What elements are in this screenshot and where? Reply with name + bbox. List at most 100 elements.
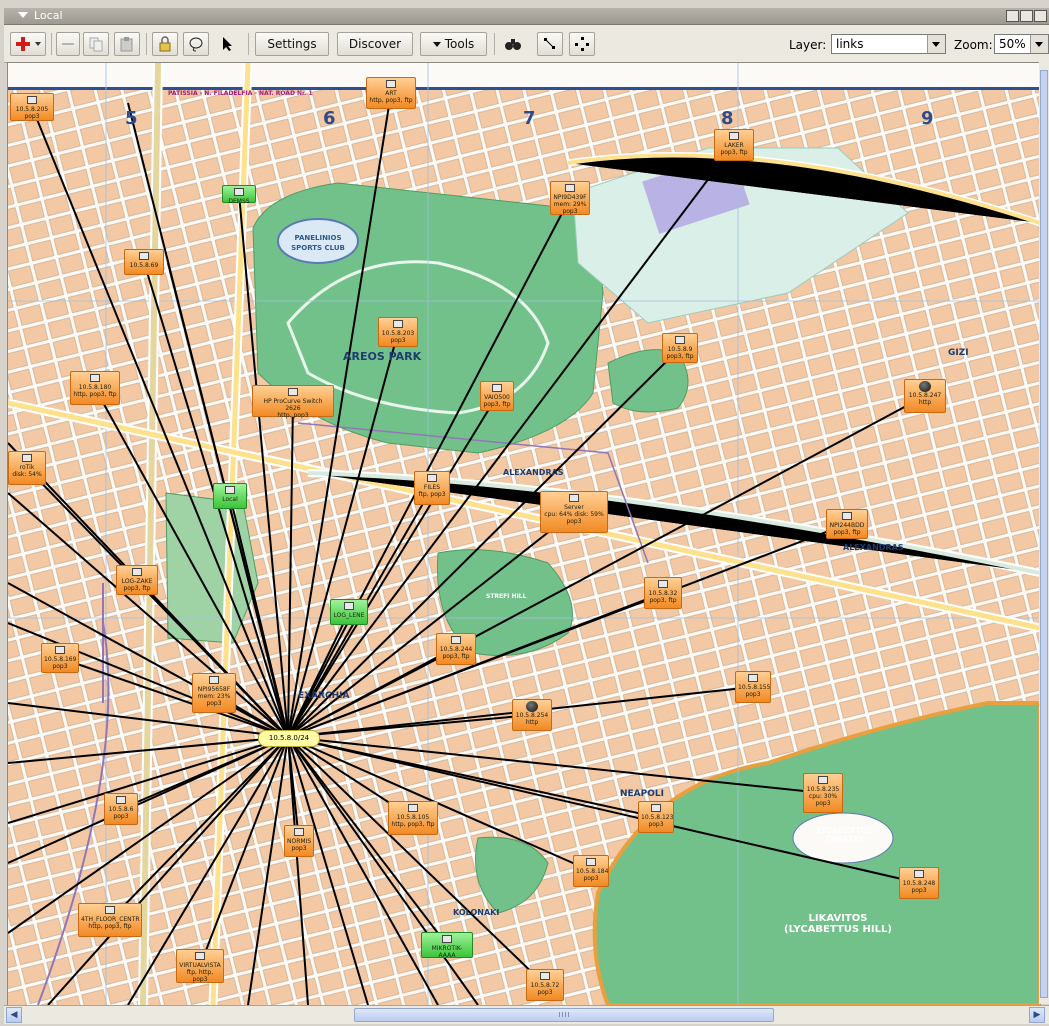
network-node[interactable]: 10.5.8.123 pop3 — [638, 801, 674, 833]
node-label: pop3 — [648, 821, 664, 828]
network-node[interactable]: 10.5.8.169 pop3 — [41, 643, 79, 673]
node-label: HP ProCurve Switch 2626 — [263, 398, 323, 412]
layer-value: links — [836, 37, 864, 51]
network-node[interactable]: NPI95658F mem: 23% pop3 — [192, 673, 236, 713]
node-label: ART — [385, 90, 397, 97]
scroll-left-icon[interactable]: ◀ — [6, 1007, 22, 1023]
network-node[interactable]: 10.5.8.235 cpu: 30% pop3 — [803, 773, 843, 813]
distribute-button[interactable] — [569, 32, 595, 56]
maximize-icon[interactable] — [1034, 10, 1047, 22]
computer-icon — [225, 486, 235, 494]
horizontal-scrollbar[interactable]: ◀ ▶ — [4, 1005, 1049, 1024]
computer-icon — [729, 132, 739, 140]
plus-icon — [16, 37, 41, 51]
network-node[interactable]: 10.5.8.69 — [124, 249, 164, 275]
place-label: LYCABETTUS THEATRE — [816, 826, 874, 844]
network-node[interactable]: NORMIS pop3 — [284, 825, 314, 857]
network-node[interactable]: LOG-ZAKE pop3, ftp — [116, 565, 158, 595]
lasso-button[interactable] — [183, 32, 209, 56]
map-canvas[interactable]: PATISSIA - N. FILADELFIA - NAT. ROAD Nr.… — [7, 62, 1041, 1006]
network-node[interactable]: 10.5.8.32 pop3, ftp — [644, 577, 682, 609]
network-node[interactable]: 4TH_FLOOR_CENTR http, pop3, ftp — [78, 903, 142, 937]
network-node[interactable]: roTik disk: 54% — [8, 451, 46, 485]
find-button[interactable] — [500, 32, 526, 56]
place-label: PANELINIOS SPORTS CLUB — [291, 234, 345, 252]
globe-icon — [526, 701, 538, 712]
network-node[interactable]: NPI9D439F mem: 29% pop3 — [550, 181, 590, 215]
network-node[interactable]: 10.5.8.105 http, pop3, ftp — [388, 801, 438, 835]
network-node[interactable]: 10.5.8.254 http — [512, 699, 552, 731]
tile-icon[interactable] — [1006, 10, 1019, 22]
zoom-label: Zoom: — [954, 38, 993, 52]
network-node[interactable]: VIRTUALVISTA ftp, http, pop3 — [176, 949, 224, 983]
network-node[interactable]: 10.5.8.184 pop3 — [573, 855, 609, 887]
lock-button[interactable] — [152, 32, 178, 56]
node-label: 10.5.8.169 — [44, 656, 77, 663]
node-label: pop3 — [745, 691, 761, 698]
pointer-button[interactable] — [214, 32, 240, 56]
paste-button[interactable] — [114, 32, 140, 56]
network-node[interactable]: HP ProCurve Switch 2626 http, pop3 — [252, 385, 334, 419]
globe-icon — [919, 381, 931, 392]
computer-icon — [386, 80, 396, 88]
network-node[interactable]: 10.5.8.244 pop3, ftp — [436, 633, 476, 665]
network-node[interactable]: FILES ftp, pop3 — [414, 471, 450, 505]
network-node[interactable]: 10.5.8.205 pop3 — [10, 93, 54, 121]
add-button[interactable] — [10, 32, 46, 56]
zoom-select[interactable]: 50% — [994, 34, 1049, 54]
computer-icon — [294, 828, 304, 836]
paste-icon — [120, 37, 133, 52]
minus-icon — [62, 43, 74, 45]
remove-button[interactable] — [56, 32, 80, 56]
network-node[interactable]: 10.5.8.203 pop3 — [378, 317, 418, 347]
collapse-icon[interactable] — [18, 12, 28, 18]
node-label: mem: 29% — [553, 201, 587, 208]
network-node[interactable]: 10.5.8.155 pop3 — [735, 671, 771, 703]
align-button[interactable] — [537, 32, 563, 56]
computer-icon — [55, 646, 65, 654]
place-label: LIKAVITOS (LYCABETTUS HILL) — [784, 913, 892, 935]
computer-icon — [288, 388, 298, 396]
computer-icon — [27, 96, 37, 104]
network-node[interactable]: Local — [213, 483, 247, 509]
network-node[interactable]: 10.5.8.248 pop3 — [899, 867, 939, 899]
node-label: 10.5.8.69 — [129, 262, 159, 269]
discover-button[interactable]: Discover — [337, 32, 413, 56]
copy-button[interactable] — [83, 32, 109, 56]
network-node[interactable]: LOG_LENE — [330, 599, 368, 625]
network-node[interactable]: 10.5.8.180 http, pop3, ftp — [70, 371, 120, 405]
computer-icon — [492, 384, 502, 392]
node-label: Server — [564, 504, 584, 511]
layer-label: Layer: — [789, 38, 827, 52]
node-label: pop3, ftp — [720, 149, 748, 156]
scroll-thumb[interactable] — [1040, 70, 1048, 998]
node-label: 10.5.8.205 — [15, 106, 49, 113]
chevron-down-icon[interactable] — [1030, 35, 1048, 53]
network-node[interactable]: 10.5.8.9 pop3, ftp — [662, 333, 698, 363]
network-node[interactable]: DEMSS — [222, 185, 256, 205]
network-node[interactable]: 10.5.8.247 http — [904, 379, 946, 413]
network-node[interactable]: 10.5.8.6 pop3 — [104, 793, 138, 825]
computer-icon — [116, 796, 126, 804]
network-node[interactable]: VAIO500 pop3, ftp — [480, 381, 514, 411]
settings-button[interactable]: Settings — [255, 32, 329, 56]
layer-select[interactable]: links — [831, 34, 946, 54]
network-node[interactable]: 10.5.8.72 pop3 — [526, 969, 564, 1001]
subnet-hub[interactable]: 10.5.8.0/24 — [258, 730, 320, 747]
computer-icon — [90, 374, 100, 382]
tools-button[interactable]: Tools — [420, 32, 487, 56]
computer-icon — [818, 776, 828, 784]
computer-icon — [105, 906, 115, 914]
node-label: pop3, ftp — [666, 353, 694, 360]
network-node[interactable]: NPI244BDD pop3, ftp — [826, 509, 868, 539]
network-node[interactable]: ART http, pop3, ftp — [366, 77, 416, 109]
network-node[interactable]: Server cpu: 64% disk: 59% pop3 — [540, 491, 608, 533]
network-node[interactable]: LAKER pop3, ftp — [714, 129, 754, 161]
vertical-scrollbar[interactable] — [1039, 62, 1049, 1004]
node-label: 10.5.8.244 — [439, 646, 473, 653]
node-label: roTik — [19, 464, 35, 471]
restore-icon[interactable] — [1020, 10, 1033, 22]
chevron-down-icon[interactable] — [927, 35, 945, 53]
network-node[interactable]: MIKROTIK-AAAA — [421, 932, 473, 959]
scroll-right-icon[interactable]: ▶ — [1029, 1007, 1045, 1023]
